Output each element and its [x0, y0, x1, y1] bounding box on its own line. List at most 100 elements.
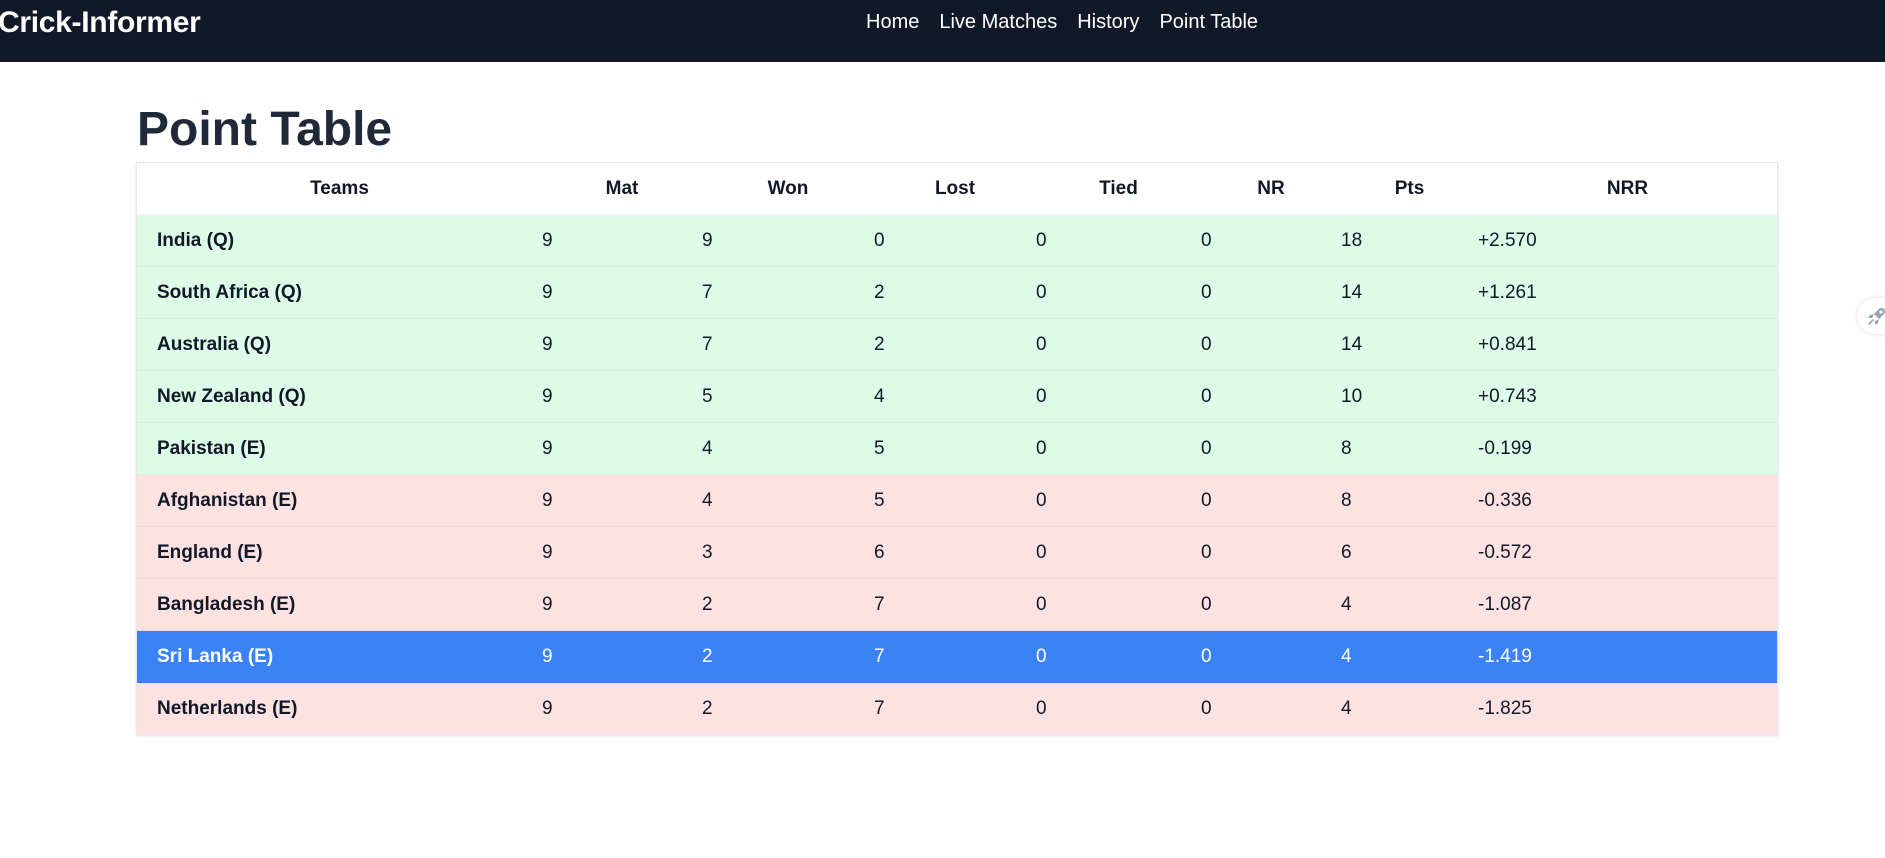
brand-logo[interactable]: Crick-Informer: [0, 6, 201, 40]
cell-won: 2: [702, 578, 874, 631]
cell-tied: 0: [1036, 578, 1201, 631]
nav-link-point-table[interactable]: Point Table: [1159, 11, 1258, 34]
cell-won: 2: [702, 682, 874, 734]
cell-won: 4: [702, 422, 874, 475]
table-header: Teams Mat Won Lost Tied NR Pts NRR: [137, 163, 1777, 215]
header-lost: Lost: [934, 177, 976, 199]
table-row[interactable]: Australia (Q) 9 7 2 0 0 14 +0.841: [137, 318, 1777, 371]
table-row[interactable]: England (E) 9 3 6 0 0 6 -0.572: [137, 526, 1777, 579]
cell-mat: 9: [542, 682, 702, 734]
cell-nr: 0: [1201, 370, 1341, 423]
cell-lost: 5: [874, 422, 1036, 475]
table-row-selected[interactable]: Sri Lanka (E) 9 2 7 0 0 4 -1.419: [137, 630, 1777, 683]
nav-link-home[interactable]: Home: [866, 11, 919, 34]
cell-nr: 0: [1201, 682, 1341, 734]
cell-mat: 9: [542, 578, 702, 631]
cell-won: 7: [702, 266, 874, 319]
cell-nrr: -0.336: [1478, 474, 1777, 527]
cell-team: Australia (Q): [137, 318, 542, 371]
cell-mat: 9: [542, 630, 702, 683]
cell-pts: 4: [1341, 682, 1478, 734]
cell-team: New Zealand (Q): [137, 370, 542, 423]
cell-team: India (Q): [137, 214, 542, 267]
cell-team: Netherlands (E): [137, 682, 542, 734]
cell-mat: 9: [542, 266, 702, 319]
cell-tied: 0: [1036, 630, 1201, 683]
header-nrr: NRR: [1606, 177, 1649, 199]
cell-team: Pakistan (E): [137, 422, 542, 475]
cell-nrr: +0.743: [1478, 370, 1777, 423]
cell-won: 7: [702, 318, 874, 371]
header-nr: NR: [1257, 177, 1285, 199]
side-extension-tab[interactable]: [1857, 298, 1885, 334]
table-row[interactable]: South Africa (Q) 9 7 2 0 0 14 +1.261: [137, 266, 1777, 319]
cell-team: South Africa (Q): [137, 266, 542, 319]
cell-won: 3: [702, 526, 874, 579]
cell-lost: 2: [874, 266, 1036, 319]
cell-nr: 0: [1201, 422, 1341, 475]
cell-pts: 18: [1341, 214, 1478, 267]
table-body: India (Q) 9 9 0 0 0 18 +2.570 South Afri…: [137, 214, 1777, 734]
cell-pts: 8: [1341, 474, 1478, 527]
nav-links: Home Live Matches History Point Table: [866, 11, 1258, 34]
page-title: Point Table: [137, 103, 393, 156]
table-row[interactable]: Bangladesh (E) 9 2 7 0 0 4 -1.087: [137, 578, 1777, 631]
cell-tied: 0: [1036, 422, 1201, 475]
cell-pts: 6: [1341, 526, 1478, 579]
header-pts: Pts: [1394, 177, 1425, 199]
cell-lost: 7: [874, 630, 1036, 683]
header-mat: Mat: [605, 177, 639, 199]
cell-tied: 0: [1036, 682, 1201, 734]
cell-nrr: +1.261: [1478, 266, 1777, 319]
cell-tied: 0: [1036, 266, 1201, 319]
cell-lost: 7: [874, 578, 1036, 631]
cell-pts: 4: [1341, 630, 1478, 683]
cell-nrr: -0.572: [1478, 526, 1777, 579]
cell-tied: 0: [1036, 318, 1201, 371]
cell-tied: 0: [1036, 214, 1201, 267]
navbar: Crick-Informer Home Live Matches History…: [0, 0, 1885, 62]
cell-nrr: -0.199: [1478, 422, 1777, 475]
cell-lost: 6: [874, 526, 1036, 579]
table-row[interactable]: Netherlands (E) 9 2 7 0 0 4 -1.825: [137, 682, 1777, 734]
nav-link-history[interactable]: History: [1077, 11, 1139, 34]
rocket-icon: [1868, 308, 1885, 325]
cell-team: Bangladesh (E): [137, 578, 542, 631]
cell-team: Afghanistan (E): [137, 474, 542, 527]
cell-nr: 0: [1201, 474, 1341, 527]
cell-tied: 0: [1036, 370, 1201, 423]
cell-nrr: -1.825: [1478, 682, 1777, 734]
cell-team: England (E): [137, 526, 542, 579]
cell-won: 4: [702, 474, 874, 527]
cell-mat: 9: [542, 370, 702, 423]
cell-pts: 10: [1341, 370, 1478, 423]
cell-won: 9: [702, 214, 874, 267]
cell-nr: 0: [1201, 318, 1341, 371]
header-won: Won: [767, 177, 809, 199]
cell-tied: 0: [1036, 474, 1201, 527]
table-row[interactable]: Pakistan (E) 9 4 5 0 0 8 -0.199: [137, 422, 1777, 475]
table-row[interactable]: India (Q) 9 9 0 0 0 18 +2.570: [137, 214, 1777, 267]
cell-won: 5: [702, 370, 874, 423]
cell-nr: 0: [1201, 526, 1341, 579]
table-row[interactable]: Afghanistan (E) 9 4 5 0 0 8 -0.336: [137, 474, 1777, 527]
cell-nrr: -1.419: [1478, 630, 1777, 683]
table-row[interactable]: New Zealand (Q) 9 5 4 0 0 10 +0.743: [137, 370, 1777, 423]
nav-link-live-matches[interactable]: Live Matches: [939, 11, 1057, 34]
cell-nr: 0: [1201, 266, 1341, 319]
cell-mat: 9: [542, 474, 702, 527]
point-table-container: Teams Mat Won Lost Tied NR Pts NRR India…: [136, 162, 1778, 735]
cell-tied: 0: [1036, 526, 1201, 579]
cell-mat: 9: [542, 214, 702, 267]
cell-lost: 0: [874, 214, 1036, 267]
cell-team: Sri Lanka (E): [137, 630, 542, 683]
cell-lost: 4: [874, 370, 1036, 423]
cell-nr: 0: [1201, 214, 1341, 267]
cell-nrr: -1.087: [1478, 578, 1777, 631]
cell-pts: 14: [1341, 318, 1478, 371]
cell-pts: 8: [1341, 422, 1478, 475]
cell-lost: 2: [874, 318, 1036, 371]
cell-nrr: +0.841: [1478, 318, 1777, 371]
cell-lost: 7: [874, 682, 1036, 734]
cell-won: 2: [702, 630, 874, 683]
